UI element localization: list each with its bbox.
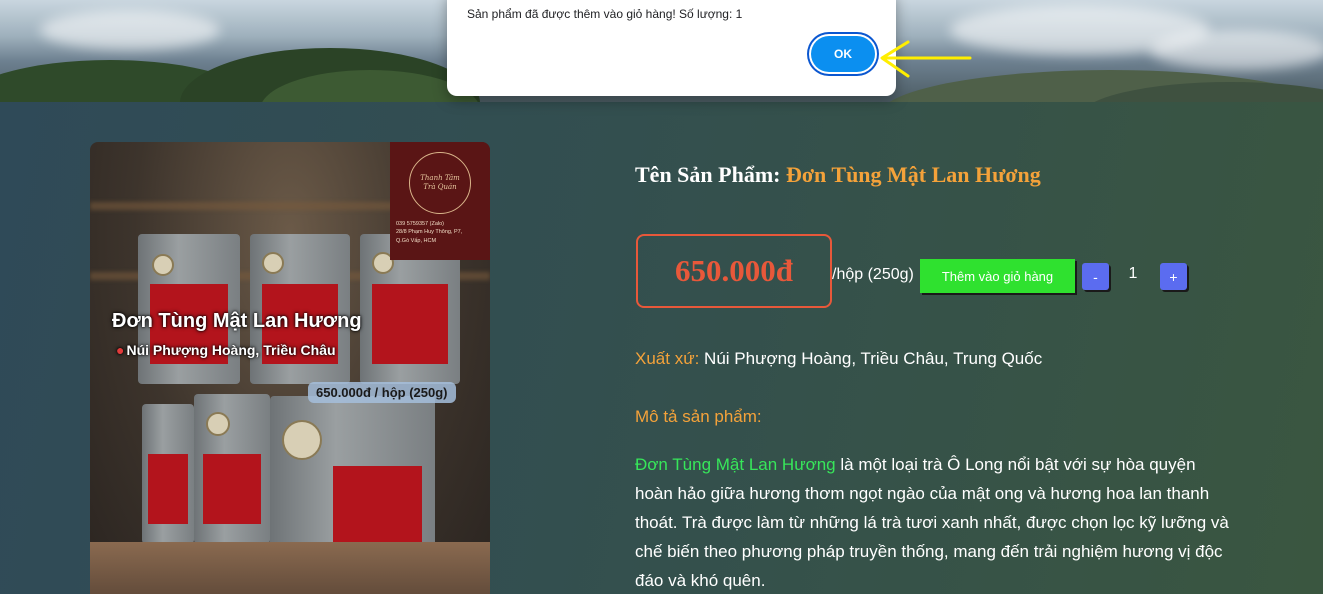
- arrow-pointer-icon: [880, 40, 972, 78]
- quantity-increase-button[interactable]: +: [1160, 263, 1187, 290]
- description-highlight: Đơn Tùng Mật Lan Hương: [635, 455, 836, 474]
- product-origin: Xuất xứ: Núi Phượng Hoàng, Triều Châu, T…: [635, 349, 1042, 369]
- price-unit: /hộp (250g): [832, 266, 914, 283]
- description-text: là một loại trà Ô Long nổi bật với sự hò…: [635, 455, 1229, 590]
- logo-phone: 039 5759357 (Zalo): [396, 221, 445, 227]
- product-description: Đơn Tùng Mật Lan Hương là một loại trà Ô…: [635, 450, 1235, 594]
- product-name-line: Tên Sản Phẩm: Đơn Tùng Mật Lan Hương: [635, 162, 1041, 188]
- pin-icon: ●: [116, 342, 125, 358]
- alert-dialog: Sản phẩm đã được thêm vào giỏ hàng! Số l…: [447, 0, 896, 96]
- logo-address-line2: Q.Gò Vấp, HCM: [396, 237, 437, 244]
- image-location-text: Núi Phượng Hoàng, Triều Châu: [126, 342, 336, 358]
- product-price: 650.000đ: [675, 253, 793, 288]
- ok-button[interactable]: OK: [811, 36, 875, 72]
- image-title: Đơn Tùng Mật Lan Hương: [112, 310, 362, 332]
- quantity-decrease-button[interactable]: -: [1082, 263, 1109, 290]
- product-section: Thanh Tâm Trà Quán 039 5759357 (Zalo) 28/…: [0, 102, 1323, 594]
- logo-address-line1: 28/8 Phạm Huy Thông, P7,: [396, 229, 463, 236]
- origin-label: Xuất xứ:: [635, 349, 700, 368]
- image-location: ● Núi Phượng Hoàng, Triều Châu: [116, 342, 336, 358]
- quantity-value[interactable]: 1: [1110, 265, 1156, 283]
- dialog-message: Sản phẩm đã được thêm vào giỏ hàng! Số l…: [467, 7, 743, 21]
- image-price-tag: 650.000đ / hộp (250g): [308, 382, 456, 403]
- product-name: Đơn Tùng Mật Lan Hương: [785, 162, 1041, 187]
- origin-value: Núi Phượng Hoàng, Triều Châu, Trung Quốc: [704, 349, 1043, 368]
- price-box: 650.000đ: [636, 234, 832, 308]
- description-heading: Mô tả sản phẩm:: [635, 407, 762, 426]
- logo-emblem: Thanh Tâm Trà Quán: [409, 152, 471, 214]
- product-name-label: Tên Sản Phẩm:: [635, 162, 781, 187]
- shop-logo: Thanh Tâm Trà Quán 039 5759357 (Zalo) 28/…: [390, 142, 490, 260]
- add-to-cart-button[interactable]: Thêm vào giỏ hàng: [920, 259, 1075, 293]
- product-image: Thanh Tâm Trà Quán 039 5759357 (Zalo) 28/…: [90, 142, 490, 594]
